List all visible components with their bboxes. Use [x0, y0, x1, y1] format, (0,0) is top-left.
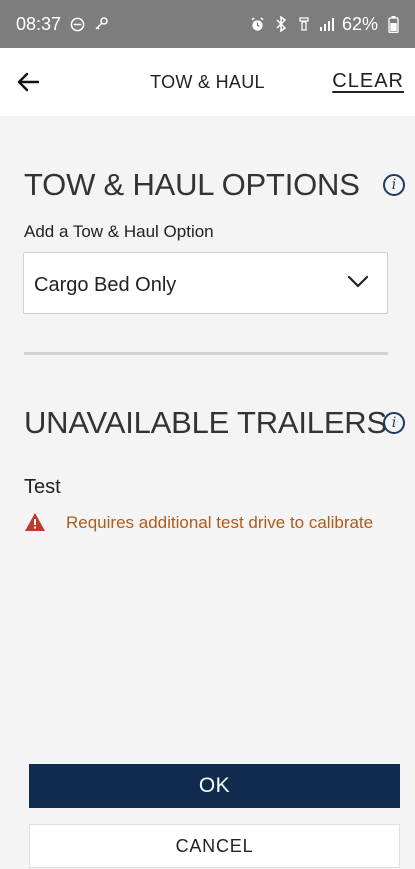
warning-icon	[25, 513, 45, 531]
tow-haul-option-dropdown[interactable]: Cargo Bed Only	[23, 252, 388, 314]
alarm-icon	[250, 16, 266, 32]
bluetooth-icon	[273, 16, 289, 32]
ok-button[interactable]: OK	[29, 764, 400, 808]
trailer-name: Test	[24, 476, 61, 498]
dropdown-selected-value: Cargo Bed Only	[34, 274, 177, 296]
unavailable-info-icon[interactable]: i	[383, 412, 405, 434]
do-not-disturb-icon	[69, 16, 85, 32]
signal-icon	[319, 16, 335, 32]
key-icon	[93, 16, 109, 32]
app-bar: TOW & HAUL CLEAR	[0, 48, 415, 116]
battery-percent: 62%	[341, 13, 378, 34]
options-section-title: TOW & HAUL OPTIONS	[24, 167, 360, 202]
clear-button[interactable]: CLEAR	[332, 70, 404, 93]
unavailable-section-title: UNAVAILABLE TRAILERS	[24, 405, 387, 440]
wifi-calling-icon	[296, 16, 312, 32]
trailer-warning-text: Requires additional test drive to calibr…	[66, 513, 374, 532]
chevron-down-icon	[347, 275, 369, 288]
section-divider	[24, 352, 388, 355]
status-bar: 08:37 62%	[0, 0, 415, 48]
options-info-icon[interactable]: i	[383, 174, 405, 196]
status-time: 08:37	[16, 13, 62, 34]
battery-icon	[385, 15, 401, 33]
cancel-button[interactable]: CANCEL	[29, 824, 400, 868]
option-field-label: Add a Tow & Haul Option	[24, 222, 214, 241]
